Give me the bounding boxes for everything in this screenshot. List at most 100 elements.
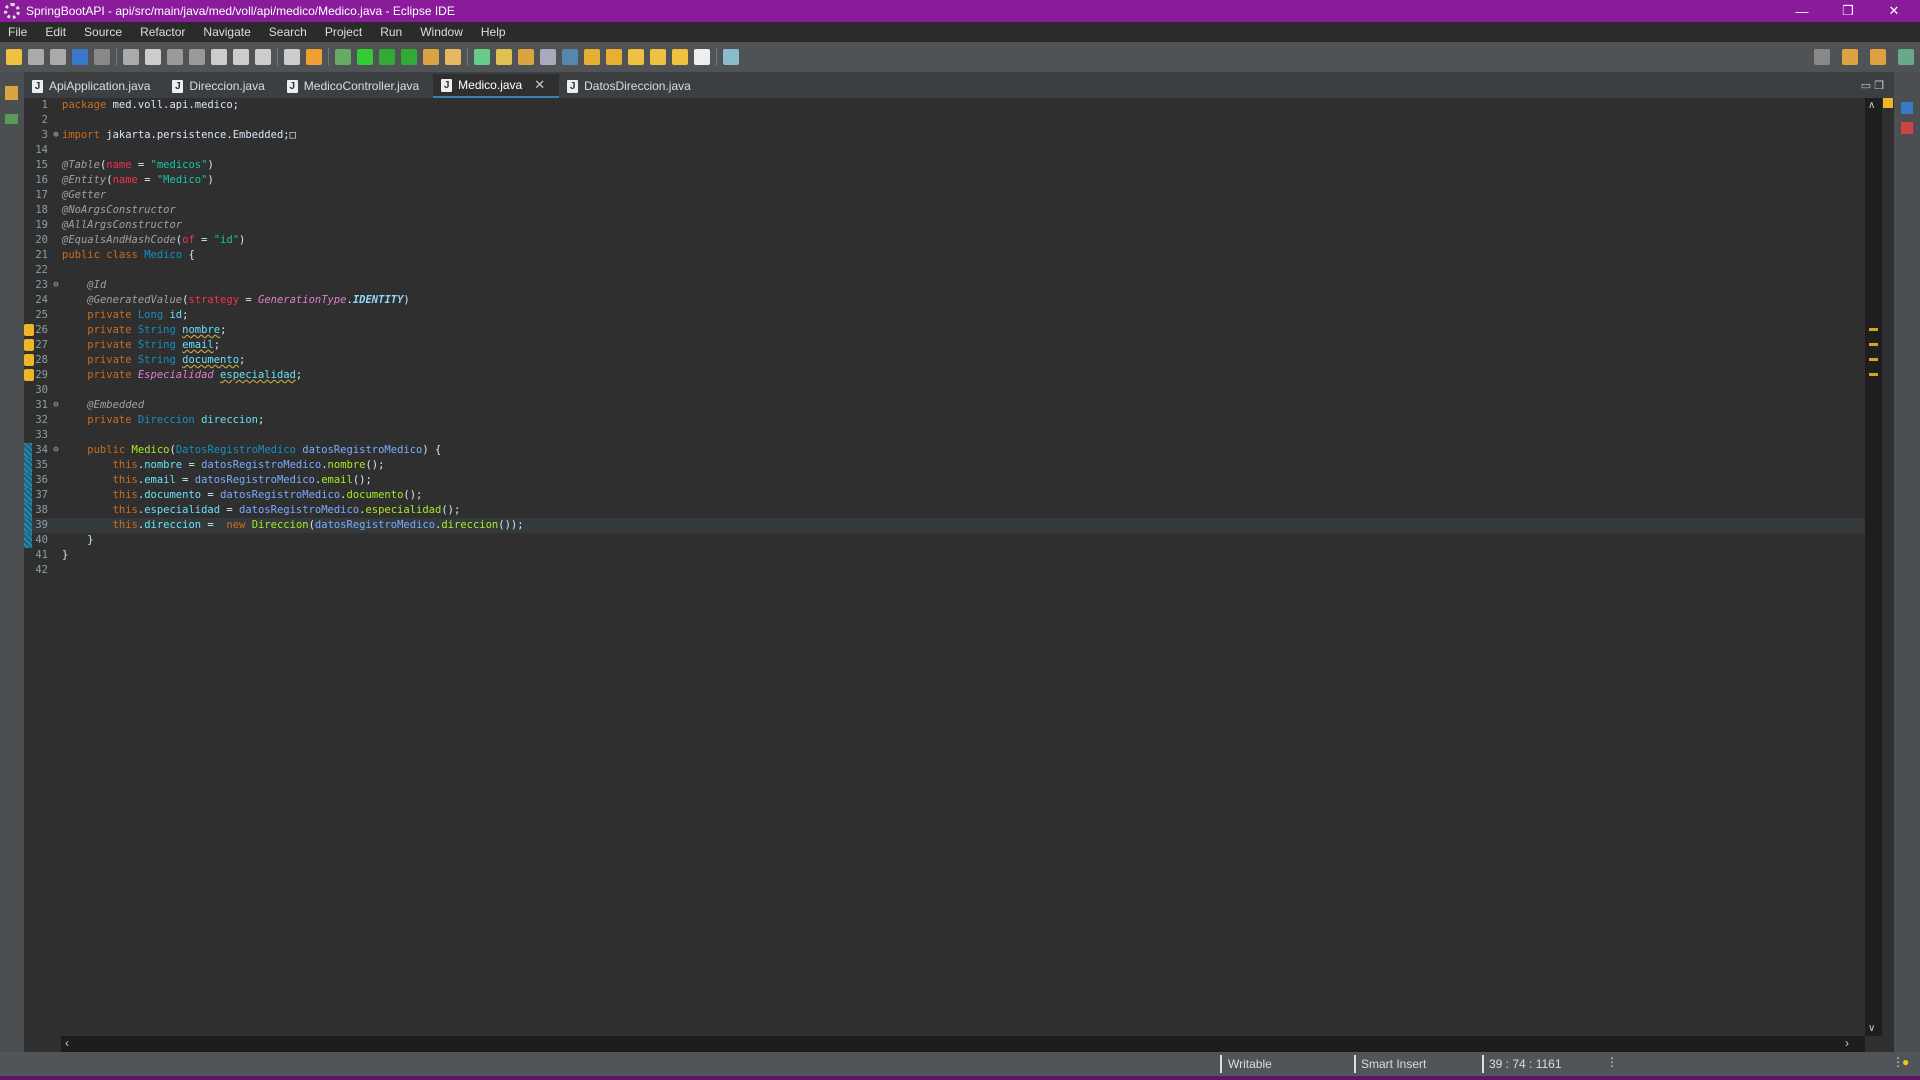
code-line[interactable]: 19 @AllArgsConstructor bbox=[24, 218, 1865, 233]
close-tab-icon[interactable]: ✕ bbox=[534, 77, 545, 93]
tip-lightbulb-icon[interactable]: ● bbox=[1902, 1055, 1909, 1069]
toolbar-button-icon[interactable] bbox=[357, 49, 373, 65]
minimize-button[interactable]: — bbox=[1780, 0, 1824, 22]
toolbar-button-icon[interactable] bbox=[606, 49, 622, 65]
menu-file[interactable]: File bbox=[0, 25, 37, 39]
toolbar-button-icon[interactable] bbox=[423, 49, 439, 65]
warning-marker[interactable] bbox=[1869, 358, 1878, 361]
problems-icon[interactable] bbox=[1901, 122, 1913, 134]
code-line[interactable]: 33 bbox=[24, 428, 1865, 443]
code-line[interactable]: 34 ⊖ public Medico(DatosRegistroMedico da… bbox=[24, 443, 1865, 458]
toolbar-button-icon[interactable] bbox=[233, 49, 249, 65]
minimize-maximize-icon[interactable]: ▭ ❐ bbox=[1861, 79, 1894, 92]
cursor-position[interactable]: 39 : 74 : 1161 bbox=[1489, 1057, 1562, 1071]
menu-navigate[interactable]: Navigate bbox=[195, 25, 260, 39]
warning-icon[interactable] bbox=[24, 354, 34, 366]
code-line[interactable]: 20 @EqualsAndHashCode(of = "id") bbox=[24, 233, 1865, 248]
code-line[interactable]: 30 bbox=[24, 383, 1865, 398]
toolbar-button-icon[interactable] bbox=[306, 49, 322, 65]
code-line[interactable]: 2 bbox=[24, 113, 1865, 128]
warning-marker[interactable] bbox=[1869, 328, 1878, 331]
restore-button[interactable]: ❐ bbox=[1826, 0, 1870, 22]
horizontal-scrollbar[interactable]: ‹ › bbox=[61, 1036, 1865, 1052]
scroll-down-icon[interactable]: ∨ bbox=[1868, 1023, 1875, 1034]
code-line[interactable]: 17 @Getter bbox=[24, 188, 1865, 203]
toolbar-button-icon[interactable] bbox=[6, 49, 22, 65]
task-list-icon[interactable] bbox=[1901, 102, 1913, 114]
code-line[interactable]: 27 private String email; bbox=[24, 338, 1865, 353]
toolbar-button-icon[interactable] bbox=[94, 49, 110, 65]
tab-medicocontroller-java[interactable]: J MedicoController.java bbox=[279, 74, 433, 98]
code-line[interactable]: 3 ⊕ import jakarta.persistence.Embedded;□ bbox=[24, 128, 1865, 143]
code-line[interactable]: 37 this.documento = datosRegistroMedico.… bbox=[24, 488, 1865, 503]
fold-toggle-icon[interactable]: ⊖ bbox=[50, 443, 62, 458]
code-line[interactable]: 41} bbox=[24, 548, 1865, 563]
code-line[interactable]: 24 @GeneratedValue(strategy = Generation… bbox=[24, 293, 1865, 308]
toolbar-button-icon[interactable] bbox=[145, 49, 161, 65]
warning-marker[interactable] bbox=[1869, 373, 1878, 376]
menu-window[interactable]: Window bbox=[412, 25, 473, 39]
toolbar-button-icon[interactable] bbox=[445, 49, 461, 65]
menu-project[interactable]: Project bbox=[317, 25, 372, 39]
perspective-icon[interactable] bbox=[1898, 49, 1914, 65]
outline-icon[interactable] bbox=[5, 114, 18, 124]
toolbar-button-icon[interactable] bbox=[628, 49, 644, 65]
toolbar-button-icon[interactable] bbox=[211, 49, 227, 65]
toolbar-button-icon[interactable] bbox=[518, 49, 534, 65]
toolbar-button-icon[interactable] bbox=[723, 49, 739, 65]
code-line[interactable]: 14 bbox=[24, 143, 1865, 158]
fold-toggle-icon[interactable]: ⊕ bbox=[50, 128, 62, 143]
code-line[interactable]: 21 public class Medico { bbox=[24, 248, 1865, 263]
warning-icon[interactable] bbox=[24, 324, 34, 336]
tab-datosdireccion-java[interactable]: J DatosDireccion.java bbox=[559, 74, 705, 98]
menu-run[interactable]: Run bbox=[372, 25, 412, 39]
toolbar-button-icon[interactable] bbox=[672, 49, 688, 65]
code-line[interactable]: 38 this.especialidad = datosRegistroMedi… bbox=[24, 503, 1865, 518]
code-line[interactable]: 35 this.nombre = datosRegistroMedico.nom… bbox=[24, 458, 1865, 473]
toolbar-button-icon[interactable] bbox=[496, 49, 512, 65]
toolbar-button-icon[interactable] bbox=[584, 49, 600, 65]
code-line[interactable]: 25 private Long id; bbox=[24, 308, 1865, 323]
toolbar-button-icon[interactable] bbox=[474, 49, 490, 65]
insert-mode-status[interactable]: Smart Insert bbox=[1361, 1057, 1426, 1071]
perspective-icon[interactable] bbox=[1814, 49, 1830, 65]
code-line[interactable]: 22 bbox=[24, 263, 1865, 278]
warning-icon[interactable] bbox=[24, 339, 34, 351]
code-line[interactable]: 28 private String documento; bbox=[24, 353, 1865, 368]
code-line[interactable]: 29 private Especialidad especialidad; bbox=[24, 368, 1865, 383]
code-editor[interactable]: 1 package med.voll.api.medico; 2 3 ⊕ import j… bbox=[24, 98, 1865, 1036]
toolbar-button-icon[interactable] bbox=[379, 49, 395, 65]
toolbar-button-icon[interactable] bbox=[72, 49, 88, 65]
toolbar-button-icon[interactable] bbox=[28, 49, 44, 65]
code-line[interactable]: 39 this.direccion = new Direccion(datosR… bbox=[24, 518, 1865, 533]
code-line[interactable]: 31 ⊖ @Embedded bbox=[24, 398, 1865, 413]
close-window-button[interactable]: ✕ bbox=[1872, 0, 1916, 22]
warning-icon[interactable] bbox=[24, 369, 34, 381]
menu-refactor[interactable]: Refactor bbox=[132, 25, 195, 39]
menu-search[interactable]: Search bbox=[261, 25, 317, 39]
toolbar-button-icon[interactable] bbox=[335, 49, 351, 65]
perspective-icon[interactable] bbox=[1842, 49, 1858, 65]
code-line[interactable]: 36 this.email = datosRegistroMedico.emai… bbox=[24, 473, 1865, 488]
code-line[interactable]: 32 private Direccion direccion; bbox=[24, 413, 1865, 428]
menu-edit[interactable]: Edit bbox=[37, 25, 76, 39]
toolbar-button-icon[interactable] bbox=[167, 49, 183, 65]
menu-help[interactable]: Help bbox=[473, 25, 516, 39]
code-line[interactable]: 42 bbox=[24, 563, 1865, 578]
tab-apiapplication-java[interactable]: J ApiApplication.java bbox=[24, 74, 164, 98]
perspective-icon[interactable] bbox=[1870, 49, 1886, 65]
toolbar-button-icon[interactable] bbox=[540, 49, 556, 65]
code-line[interactable]: 23 ⊖ @Id bbox=[24, 278, 1865, 293]
warning-marker[interactable] bbox=[1869, 343, 1878, 346]
toolbar-button-icon[interactable] bbox=[50, 49, 66, 65]
toolbar-button-icon[interactable] bbox=[562, 49, 578, 65]
code-line[interactable]: 1 package med.voll.api.medico; bbox=[24, 98, 1865, 113]
toolbar-button-icon[interactable] bbox=[123, 49, 139, 65]
overview-ruler[interactable]: ∧ ∨ bbox=[1865, 98, 1882, 1036]
fold-toggle-icon[interactable]: ⊖ bbox=[50, 278, 62, 293]
toolbar-button-icon[interactable] bbox=[694, 49, 710, 65]
toolbar-button-icon[interactable] bbox=[255, 49, 271, 65]
toolbar-button-icon[interactable] bbox=[189, 49, 205, 65]
toolbar-button-icon[interactable] bbox=[401, 49, 417, 65]
package-explorer-icon[interactable] bbox=[5, 86, 18, 100]
